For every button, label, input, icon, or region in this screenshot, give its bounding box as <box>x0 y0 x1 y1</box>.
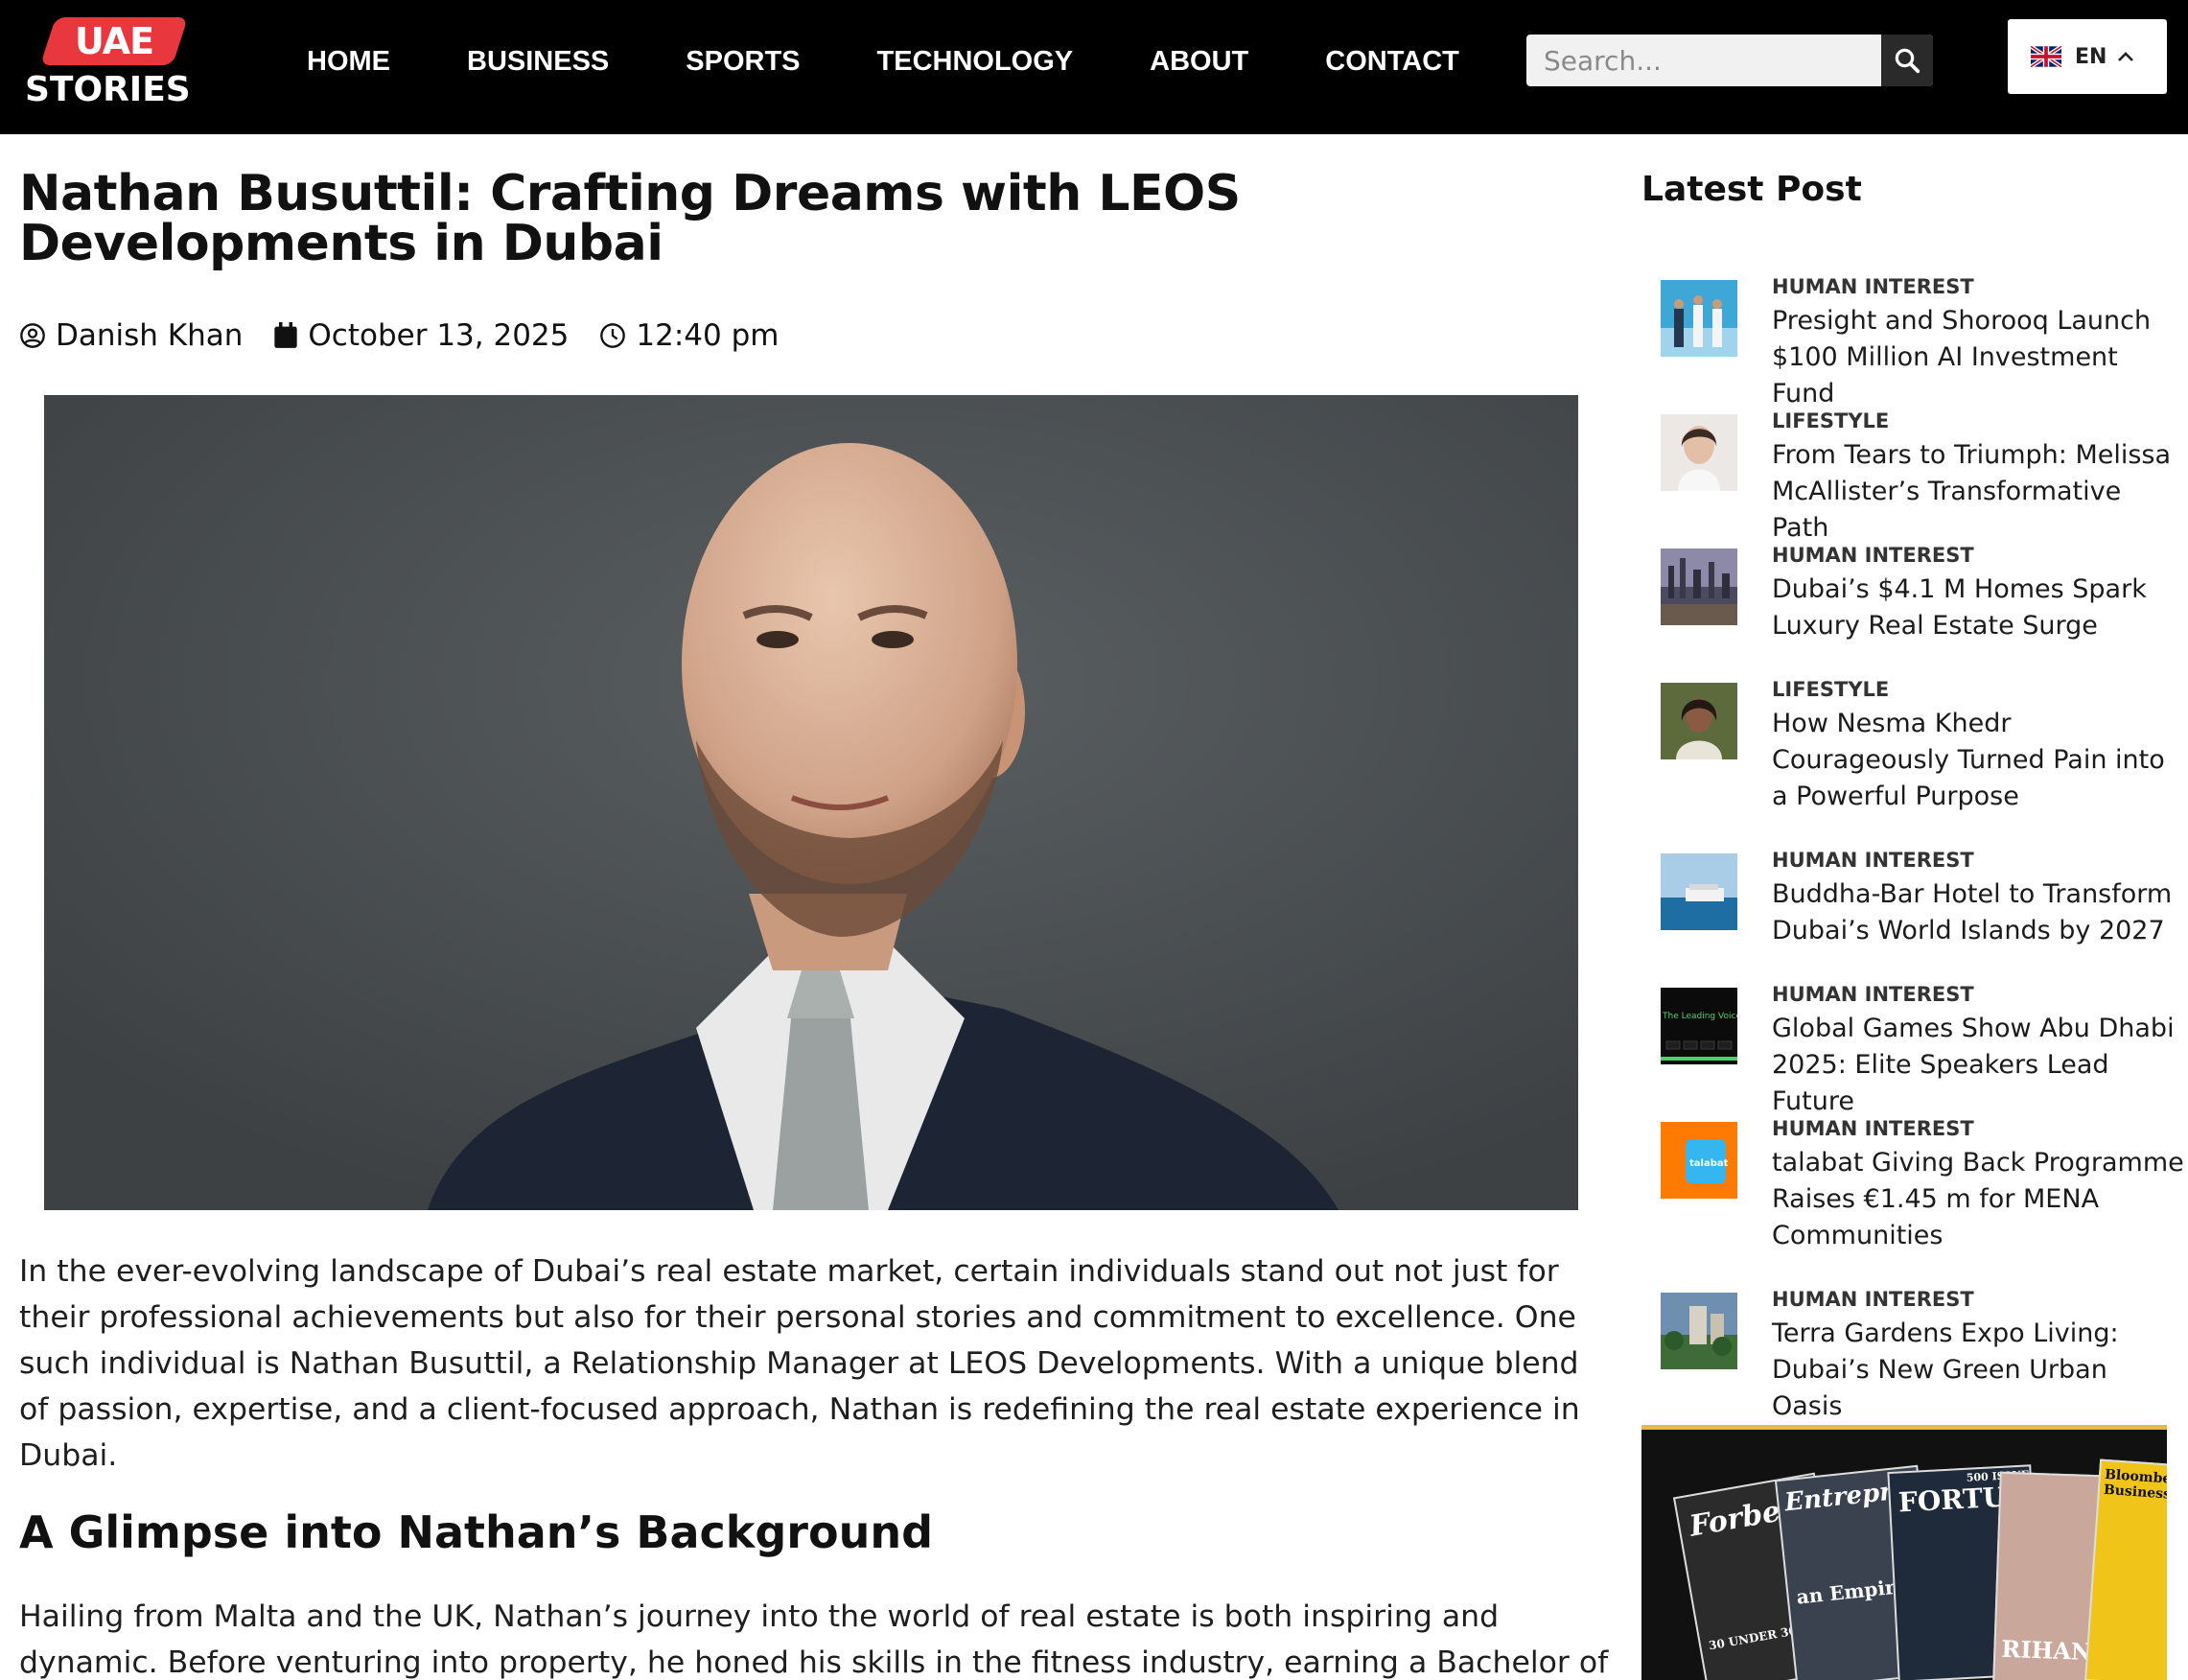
post-thumbnail[interactable]: The Leading Voices in Gaming <box>1661 988 1737 1064</box>
main-nav: HOME BUSINESS SPORTS TECHNOLOGY ABOUT CO… <box>307 38 1536 84</box>
post-category[interactable]: LIFESTYLE <box>1772 675 1889 704</box>
post-category[interactable]: HUMAN INTEREST <box>1772 541 1974 570</box>
post-category[interactable]: LIFESTYLE <box>1772 407 1889 435</box>
post-thumbnail[interactable] <box>1661 280 1737 357</box>
nav-technology[interactable]: TECHNOLOGY <box>877 46 1074 78</box>
post-title[interactable]: How Nesma Khedr Courageously Turned Pain… <box>1772 706 2184 815</box>
post-title[interactable]: talabat Giving Back Programme Raises €1.… <box>1772 1145 2184 1254</box>
logo-wordmark: STORIES <box>25 70 191 109</box>
magazine-promo-banner[interactable]: Forbes 30 UNDER 30 Entrepreneur an Empir… <box>1641 1425 2167 1680</box>
post-category[interactable]: HUMAN INTEREST <box>1772 980 1974 1009</box>
article-paragraph-intro: In the ever-evolving landscape of Dubai’… <box>19 1254 1580 1473</box>
post-title[interactable]: Dubai’s $4.1 M Homes Spark Luxury Real E… <box>1772 572 2184 644</box>
post-title[interactable]: Presight and Shorooq Launch $100 Million… <box>1772 303 2184 412</box>
post-title[interactable]: Global Games Show Abu Dhabi 2025: Elite … <box>1772 1011 2184 1120</box>
article-title: Nathan Busuttil: Crafting Dreams with LE… <box>19 165 1241 272</box>
search-icon <box>1895 48 1920 74</box>
post-thumbnail[interactable] <box>1661 853 1737 930</box>
post-thumbnail[interactable] <box>1661 414 1737 491</box>
nav-about[interactable]: ABOUT <box>1150 46 1248 78</box>
post-title[interactable]: Buddha-Bar Hotel to Transform Dubai’s Wo… <box>1772 876 2184 949</box>
magazine-cover: Bloomberg Businessweek <box>2084 1458 2167 1680</box>
site-logo[interactable]: UAE STORIES <box>21 15 191 121</box>
search-input[interactable] <box>1526 35 1879 86</box>
chevron-up-icon <box>2118 52 2134 61</box>
magazine-title: Bloomberg Businessweek <box>2103 1466 2167 1505</box>
publish-date: October 13, 2025 <box>308 318 570 353</box>
author-name: Danish Khan <box>56 318 244 353</box>
search-box <box>1526 35 1933 86</box>
nav-sports[interactable]: SPORTS <box>686 46 800 78</box>
post-category[interactable]: HUMAN INTEREST <box>1772 1285 1974 1314</box>
nav-business[interactable]: BUSINESS <box>467 46 609 78</box>
magazine-tagline: an Empire <box>1795 1574 1909 1609</box>
post-thumbnail[interactable] <box>1661 1293 1737 1369</box>
language-switcher[interactable]: EN <box>2008 19 2167 94</box>
post-thumbnail[interactable] <box>1661 683 1737 759</box>
article-meta: Danish Khan October 13, 2025 12:40 pm <box>19 313 809 359</box>
section-heading: A Glimpse into Nathan’s Background <box>19 1506 934 1558</box>
post-category[interactable]: HUMAN INTEREST <box>1772 272 1974 301</box>
calendar-icon <box>274 322 298 348</box>
time-meta: 12:40 pm <box>599 318 779 353</box>
search-button[interactable] <box>1881 35 1933 86</box>
post-title[interactable]: From Tears to Triumph: Melissa McAlliste… <box>1772 437 2184 547</box>
article-paragraph-background: Hailing from Malta and the UK, Nathan’s … <box>19 1599 1609 1680</box>
nav-home[interactable]: HOME <box>307 46 390 78</box>
talabat-thumb-text: talabat <box>1689 1158 1729 1169</box>
magazine-tagline: 30 UNDER 30 <box>1708 1623 1798 1653</box>
post-thumbnail[interactable]: talabat <box>1661 1122 1737 1199</box>
language-code: EN <box>2075 44 2107 69</box>
publish-time: 12:40 pm <box>636 318 780 353</box>
date-meta[interactable]: October 13, 2025 <box>273 318 569 353</box>
latest-post-heading: Latest Post <box>1641 170 1862 209</box>
logo-badge-text: UAE <box>74 20 154 62</box>
user-circle-icon <box>20 323 45 348</box>
post-category[interactable]: HUMAN INTEREST <box>1772 846 1974 875</box>
post-category[interactable]: HUMAN INTEREST <box>1772 1114 1974 1143</box>
portrait-illustration <box>44 395 1578 1210</box>
author-meta[interactable]: Danish Khan <box>19 318 243 353</box>
nav-contact[interactable]: CONTACT <box>1325 46 1459 78</box>
clock-icon <box>600 323 626 348</box>
article-hero-image <box>44 395 1578 1210</box>
post-title[interactable]: Terra Gardens Expo Living: Dubai’s New G… <box>1772 1316 2184 1425</box>
games-thumb-text: The Leading Voices in Gaming <box>1662 1012 1737 1021</box>
uk-flag-icon <box>2031 46 2061 67</box>
post-thumbnail[interactable] <box>1661 548 1737 625</box>
site-header: UAE STORIES HOME BUSINESS SPORTS TECHNOL… <box>0 0 2188 134</box>
